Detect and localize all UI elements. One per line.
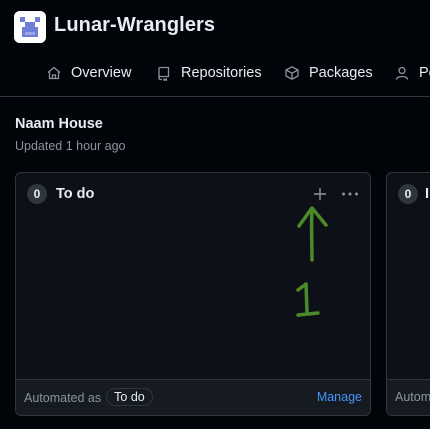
column-header: 0 To do (16, 173, 370, 215)
column-second: 0 I Autom (386, 172, 430, 416)
project-updated: Updated 1 hour ago (15, 139, 126, 153)
nav-item-overview[interactable]: Overview (46, 56, 131, 90)
automation-info: Autom (395, 390, 430, 404)
card-count-badge: 0 (398, 184, 418, 204)
add-card-button[interactable] (310, 184, 330, 204)
package-icon (285, 66, 299, 80)
nav-item-label: Overview (71, 65, 132, 81)
card-count-badge: 0 (27, 184, 47, 204)
column-title: To do (56, 186, 95, 202)
automated-label: Automated as (24, 391, 102, 405)
nav-item-label: Repositories (181, 65, 262, 81)
project-title[interactable]: Naam House (15, 116, 126, 132)
column-title: I (425, 186, 430, 202)
nav-item-repositories[interactable]: Repositories (156, 56, 262, 90)
nav-item-people[interactable]: Pe (394, 56, 430, 90)
nav-item-label: Pe (419, 65, 430, 81)
repo-icon (158, 66, 170, 81)
column-footer: Autom (387, 379, 430, 415)
plus-icon (313, 187, 327, 201)
automation-info: Automated as To do (24, 388, 153, 406)
column-header: 0 I (387, 173, 430, 215)
kebab-horizontal-icon (342, 192, 358, 196)
column-menu-button[interactable] (338, 184, 362, 204)
organization-avatar-icon (14, 11, 46, 43)
automated-label: Autom (395, 390, 430, 404)
org-avatar[interactable] (14, 11, 46, 43)
column-todo: 0 To do Automated as To do Manage (15, 172, 371, 416)
nav-item-label: Packages (309, 65, 373, 81)
manage-automation-link[interactable]: Manage (317, 390, 362, 404)
org-header: Lunar-Wranglers Overview Repositories Pa… (0, 0, 430, 97)
nav-item-packages[interactable]: Packages (284, 56, 373, 90)
person-icon (395, 66, 409, 80)
automation-pill: To do (106, 388, 153, 406)
org-name[interactable]: Lunar-Wranglers (54, 14, 215, 37)
org-nav: Overview Repositories Packages Pe (0, 56, 430, 90)
project-heading: Naam House Updated 1 hour ago (15, 116, 126, 153)
home-icon (47, 66, 61, 80)
column-footer: Automated as To do Manage (16, 379, 370, 415)
